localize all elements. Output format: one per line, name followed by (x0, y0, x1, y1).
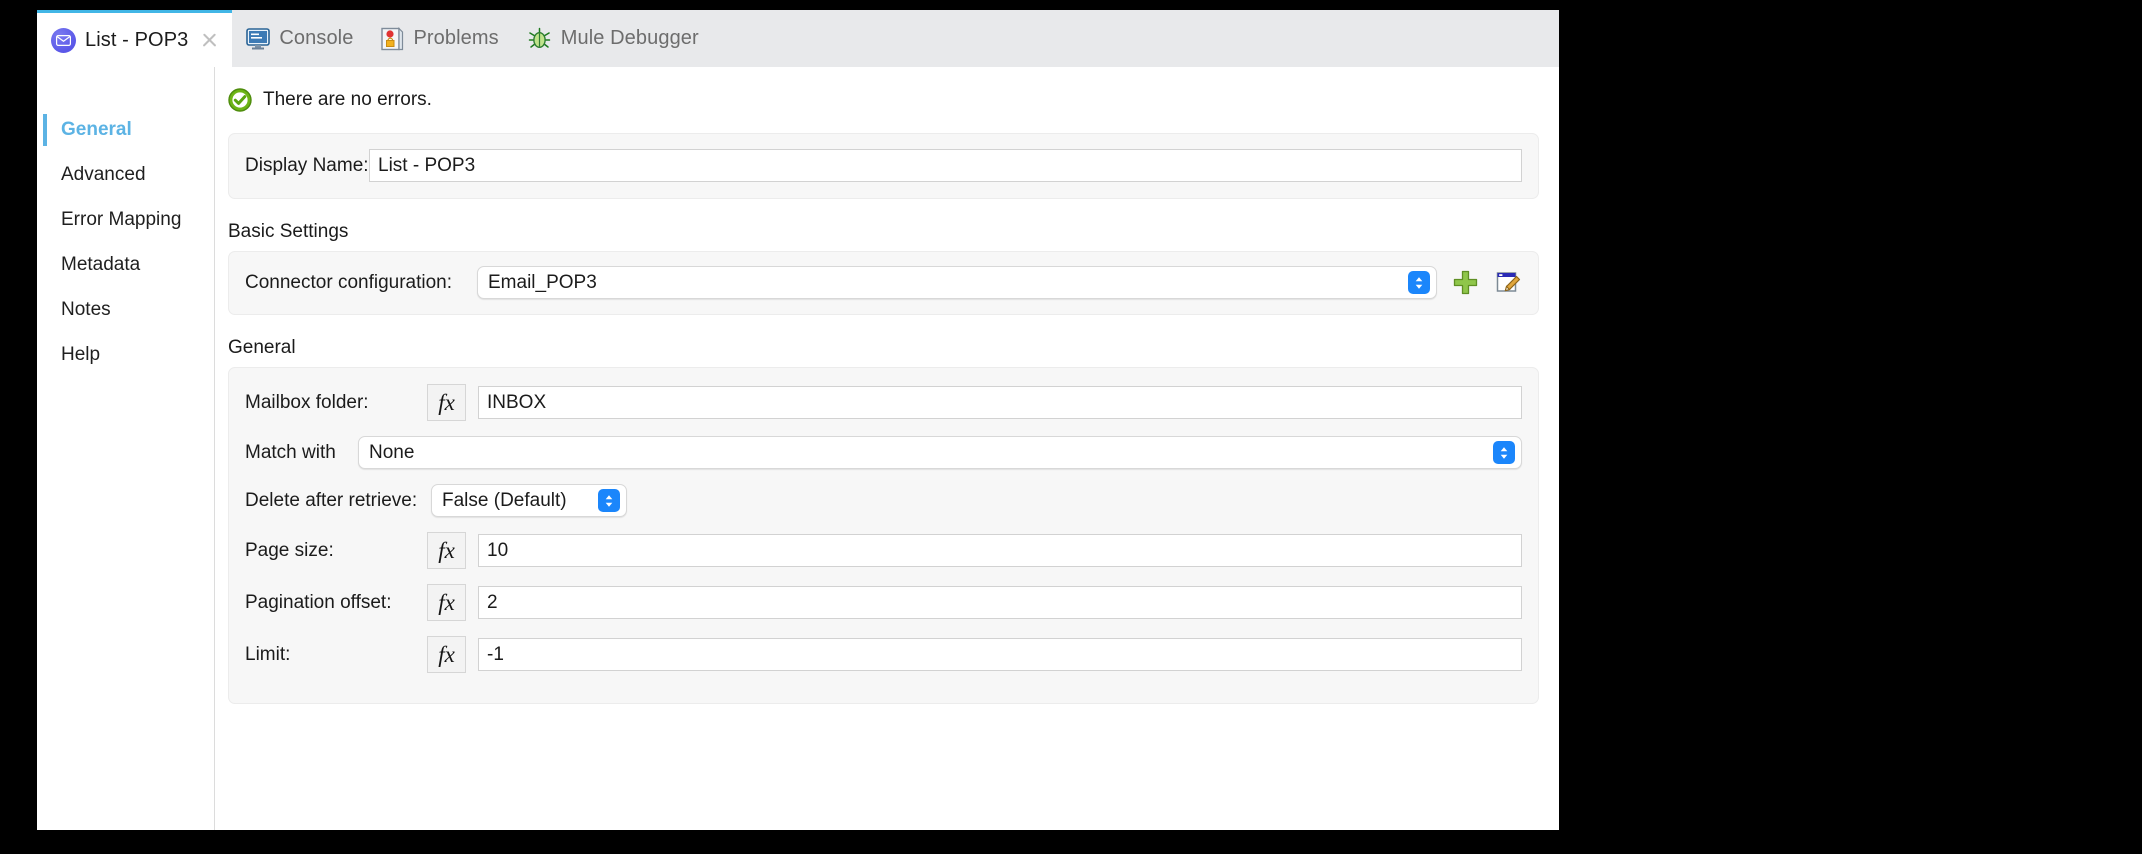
limit-row: Limit: fx -1 (245, 636, 1522, 673)
mailbox-folder-fx-button[interactable]: fx (427, 384, 466, 421)
mailbox-folder-label: Mailbox folder: (245, 391, 369, 413)
delete-after-retrieve-select[interactable]: False (Default) (431, 484, 627, 517)
sidebar-item-label: Metadata (61, 254, 141, 275)
display-name-panel: Display Name: List - POP3 (228, 133, 1539, 199)
pagination-offset-row: Pagination offset: fx 2 (245, 584, 1522, 621)
sidebar-item-metadata[interactable]: Metadata (37, 246, 214, 284)
page-size-fx-button[interactable]: fx (427, 532, 466, 569)
chevron-updown-icon (1408, 271, 1430, 294)
tab-label: List - POP3 (85, 28, 189, 51)
display-name-label: Display Name: (245, 154, 369, 176)
basic-settings-title: Basic Settings (228, 221, 349, 242)
chevron-updown-icon (1493, 441, 1515, 464)
basic-settings-panel: Connector configuration: Email_POP3 (228, 251, 1539, 315)
connector-actions (1453, 270, 1522, 295)
bug-icon (527, 27, 552, 51)
match-with-label: Match with (245, 441, 336, 463)
tab-label: Console (279, 27, 354, 49)
sidebar-item-notes[interactable]: Notes (37, 291, 214, 329)
close-icon[interactable] (200, 31, 218, 49)
status-text: There are no errors. (263, 89, 432, 110)
sidebar-item-label: General (61, 119, 132, 140)
mail-icon (51, 27, 76, 53)
connector-configuration-row: Connector configuration: Email_POP3 (245, 266, 1522, 299)
properties-sidebar: General Advanced Error Mapping Metadata … (37, 67, 215, 830)
editor-tab-bar: List - POP3 Console Problems Mule Debugg… (37, 10, 1559, 67)
page-size-label: Page size: (245, 539, 334, 561)
match-with-select[interactable]: None (358, 436, 1522, 469)
pagination-offset-input[interactable]: 2 (478, 586, 1522, 619)
delete-after-retrieve-row: Delete after retrieve: False (Default) (245, 484, 1522, 517)
properties-editor-window: List - POP3 Console Problems Mule Debugg… (37, 10, 1559, 830)
mailbox-folder-input[interactable]: INBOX (478, 386, 1522, 419)
mailbox-folder-row: Mailbox folder: fx INBOX (245, 384, 1522, 421)
tab-label: Mule Debugger (560, 27, 699, 49)
pagination-offset-fx-button[interactable]: fx (427, 584, 466, 621)
check-circle-icon (228, 88, 252, 112)
tab-list-pop3[interactable]: List - POP3 (37, 10, 233, 67)
connector-configuration-label: Connector configuration: (245, 271, 453, 293)
page-size-row: Page size: fx 10 (245, 532, 1522, 569)
sidebar-item-error-mapping[interactable]: Error Mapping (37, 201, 214, 239)
properties-content: There are no errors. Display Name: List … (215, 67, 1559, 830)
limit-fx-button[interactable]: fx (427, 636, 466, 673)
tab-problems[interactable]: Problems (367, 10, 512, 67)
validation-status: There are no errors. (215, 67, 1539, 112)
chevron-updown-icon (598, 489, 620, 512)
sidebar-item-label: Advanced (61, 164, 146, 185)
sidebar-item-general[interactable]: General (37, 111, 214, 149)
page-size-input[interactable]: 10 (478, 534, 1522, 567)
editor-body: General Advanced Error Mapping Metadata … (37, 67, 1559, 830)
limit-input[interactable]: -1 (478, 638, 1522, 671)
sidebar-item-help[interactable]: Help (37, 336, 214, 374)
general-settings-panel: Mailbox folder: fx INBOX Match with None (228, 367, 1539, 704)
general-section-title: General (228, 337, 296, 358)
match-with-row: Match with None (245, 436, 1522, 469)
console-icon (246, 27, 271, 50)
tab-console[interactable]: Console (232, 10, 367, 67)
match-with-value: None (369, 441, 415, 463)
problems-icon (381, 26, 404, 51)
display-name-input[interactable]: List - POP3 (369, 149, 1522, 182)
plus-icon[interactable] (1453, 270, 1478, 295)
sidebar-item-label: Help (61, 344, 101, 365)
connector-configuration-select[interactable]: Email_POP3 (477, 266, 1437, 299)
sidebar-item-advanced[interactable]: Advanced (37, 156, 214, 194)
limit-label: Limit: (245, 643, 291, 665)
pagination-offset-label: Pagination offset: (245, 591, 392, 613)
sidebar-item-label: Notes (61, 299, 111, 320)
display-name-row: Display Name: List - POP3 (245, 149, 1522, 182)
delete-after-retrieve-label: Delete after retrieve: (245, 489, 418, 511)
delete-after-retrieve-value: False (Default) (442, 489, 567, 511)
edit-icon[interactable] (1496, 270, 1522, 295)
connector-configuration-value: Email_POP3 (488, 271, 597, 293)
tab-mule-debugger[interactable]: Mule Debugger (513, 10, 713, 67)
sidebar-item-label: Error Mapping (61, 209, 182, 230)
tab-label: Problems (413, 27, 499, 49)
